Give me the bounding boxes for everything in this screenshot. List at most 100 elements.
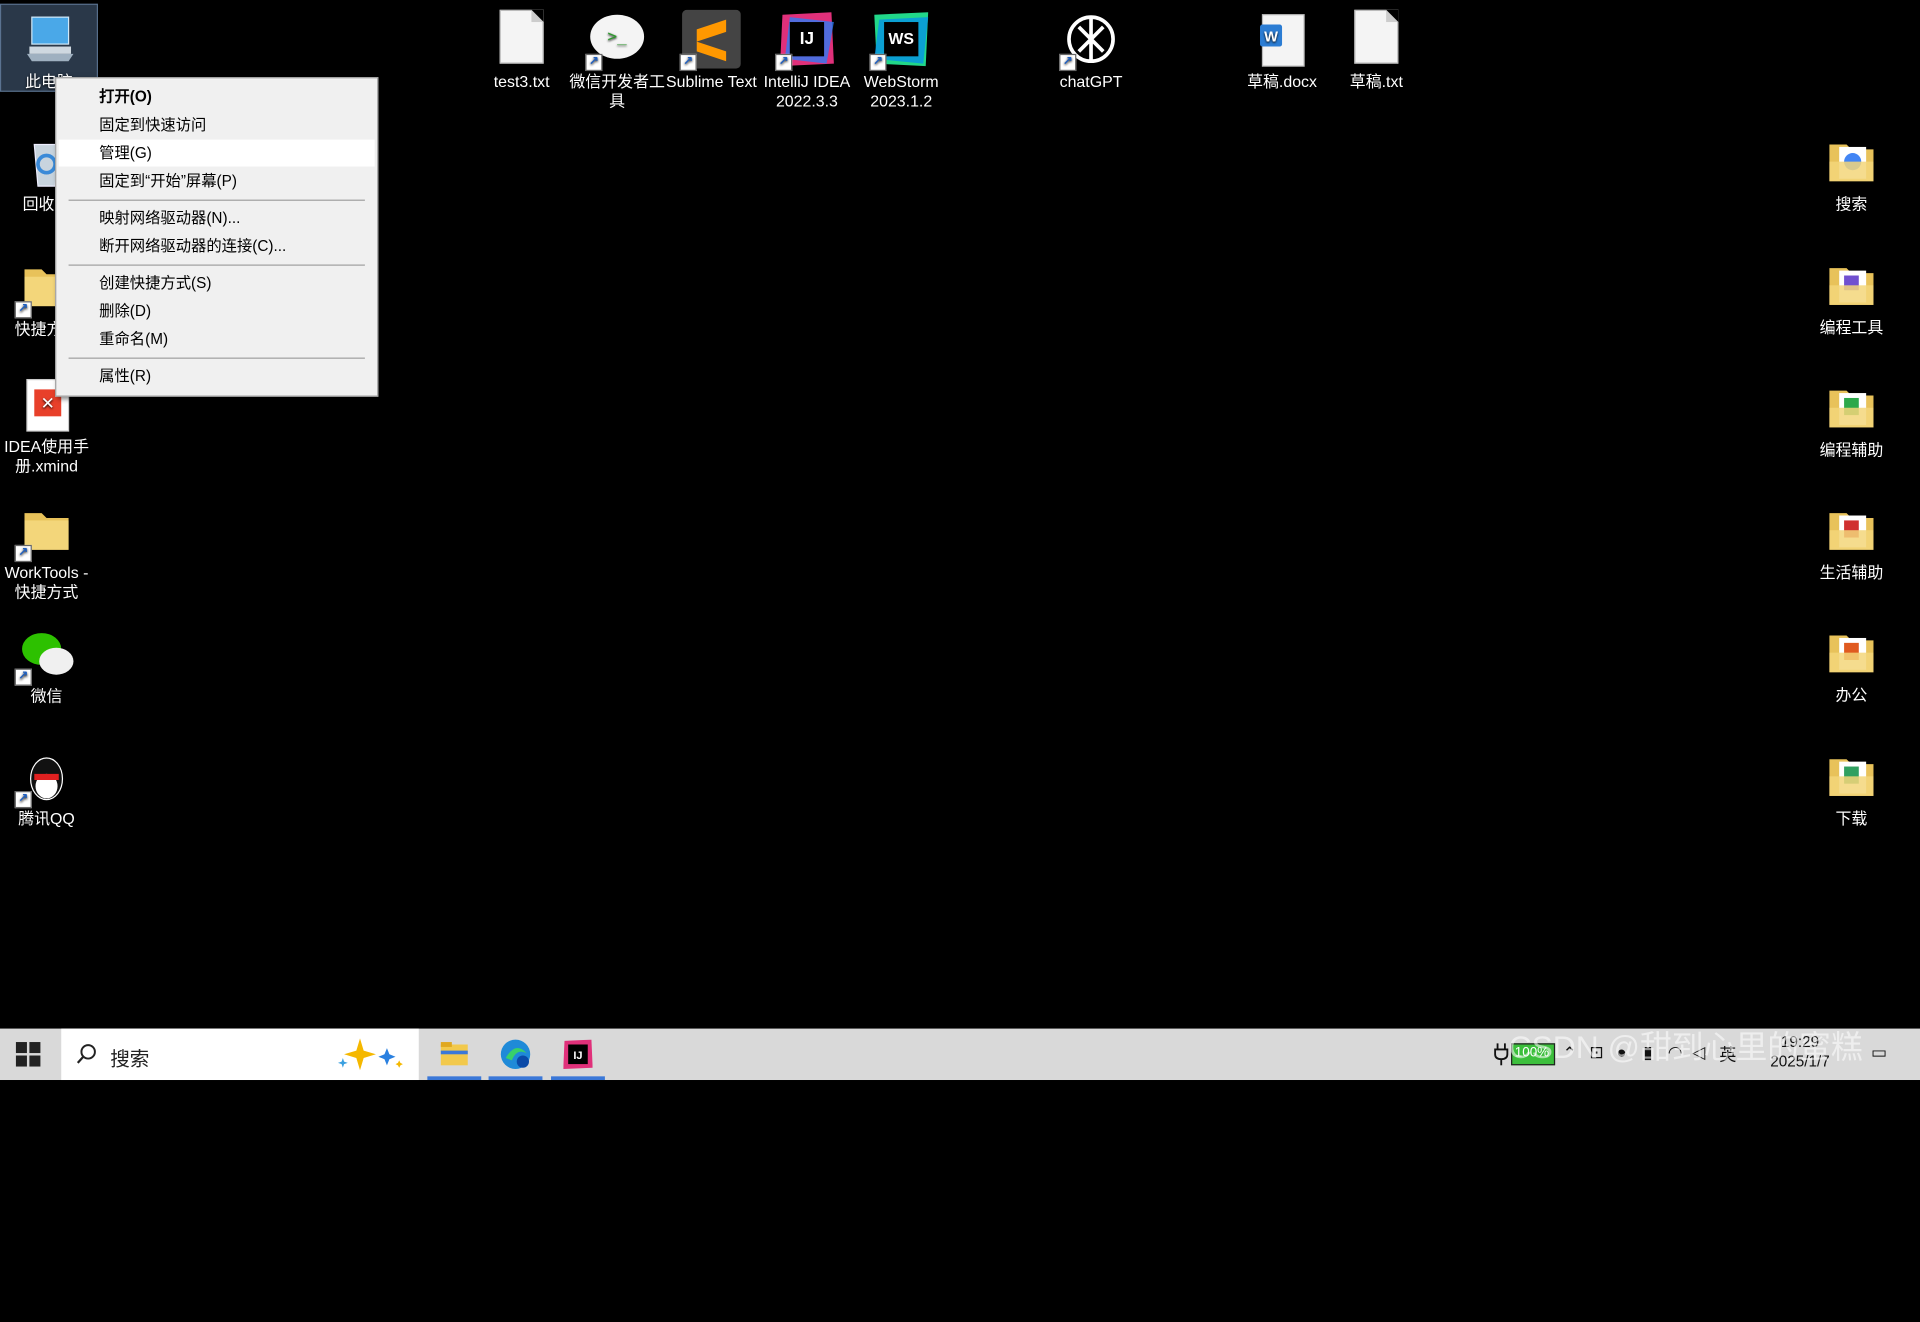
icon-label: WebStorm 2023.1.2 xyxy=(863,72,939,111)
menu-item-create-shortcut[interactable]: 创建快捷方式(S) xyxy=(59,269,375,296)
windows-logo-icon xyxy=(15,1042,41,1067)
desktop-icon-programming-assist[interactable]: 编程辅助 xyxy=(1804,373,1900,460)
active-indicator xyxy=(551,1076,605,1081)
menu-item-properties[interactable]: 属性(R) xyxy=(59,362,375,389)
desktop-icon-programming-tools[interactable]: 编程工具 xyxy=(1804,251,1900,338)
power-plug-icon[interactable] xyxy=(1494,1043,1509,1066)
folder-icon xyxy=(1822,501,1881,560)
shortcut-arrow-icon: ↗ xyxy=(679,53,697,72)
taskbar-edge[interactable] xyxy=(488,1033,543,1081)
context-menu: 打开(O) 固定到快速访问 管理(G) 固定到“开始”屏幕(P) 映射网络驱动器… xyxy=(55,77,379,397)
desktop-icon-life-assist[interactable]: 生活辅助 xyxy=(1804,496,1900,583)
icon-label: test3.txt xyxy=(493,72,550,91)
notification-icon[interactable]: ▭ xyxy=(1871,1042,1887,1063)
desktop-icon-qq[interactable]: ↗ 腾讯QQ xyxy=(0,742,94,829)
icon-label: 编程辅助 xyxy=(1819,440,1884,460)
icon-label: 微信 xyxy=(30,686,63,706)
shortcut-arrow-icon: ↗ xyxy=(1059,53,1077,72)
svg-text:WS: WS xyxy=(888,31,914,48)
folder-icon xyxy=(1822,132,1881,191)
active-indicator xyxy=(488,1076,543,1081)
shortcut-arrow-icon: ↗ xyxy=(869,53,887,72)
desktop-icon-webstorm[interactable]: WS ↗ WebStorm 2023.1.2 xyxy=(853,5,949,112)
folder-icon xyxy=(1822,256,1881,315)
search-icon xyxy=(76,1044,96,1064)
file-explorer-icon xyxy=(440,1042,468,1066)
word-file-icon: W xyxy=(1253,10,1312,69)
menu-item-manage[interactable]: 管理(G) xyxy=(58,139,375,167)
shortcut-arrow-icon: ↗ xyxy=(585,53,603,72)
desktop-icon-worktools[interactable]: ↗ WorkTools - 快捷方式 xyxy=(0,496,94,603)
menu-item-open[interactable]: 打开(O) xyxy=(59,83,375,110)
folder-icon xyxy=(1822,747,1881,806)
folder-icon: ↗ xyxy=(14,501,76,563)
start-button[interactable] xyxy=(15,1041,42,1068)
svg-text:✕: ✕ xyxy=(41,393,55,413)
icon-label: 编程工具 xyxy=(1819,318,1884,337)
icon-label: IntelliJ IDEA 2022.3.3 xyxy=(763,72,851,111)
menu-item-map-network-drive[interactable]: 映射网络驱动器(N)... xyxy=(59,204,375,231)
menu-item-rename[interactable]: 重命名(M) xyxy=(59,326,375,353)
search-placeholder: 搜索 xyxy=(110,1049,150,1071)
desktop-icon-wechat[interactable]: ↗ 微信 xyxy=(0,620,94,707)
desktop-icon-office[interactable]: 办公 xyxy=(1804,618,1900,705)
menu-item-delete[interactable]: 删除(D) xyxy=(59,298,375,325)
desktop-icon-intellij-idea[interactable]: IJ ↗ IntelliJ IDEA 2022.3.3 xyxy=(759,5,855,112)
taskbar-search-box[interactable]: 搜索 xyxy=(61,1028,419,1081)
icon-label: 微信开发者工具 xyxy=(569,72,665,111)
shortcut-arrow-icon: ↗ xyxy=(14,544,32,563)
chatgpt-icon: ↗ xyxy=(1059,10,1121,72)
watermark-text: CSDN @甜到心里的蜜糕 xyxy=(1508,1028,1863,1066)
shortcut-arrow-icon: ↗ xyxy=(775,53,793,72)
desktop-icon-draft-docx[interactable]: W 草稿.docx xyxy=(1234,5,1330,92)
icon-label: IDEA使用手册.xmind xyxy=(4,437,89,476)
icon-label: Sublime Text xyxy=(666,72,757,91)
desktop-icon-downloads[interactable]: 下载 xyxy=(1804,742,1900,829)
intellij-idea-icon: IJ xyxy=(563,1039,593,1069)
search-highlight-sparkle-icon xyxy=(337,1038,403,1071)
wechat-devtools-icon: >_ ↗ xyxy=(585,10,647,72)
icon-label: 办公 xyxy=(1835,685,1868,705)
menu-item-disconnect-network-drive[interactable]: 断开网络驱动器的连接(C)... xyxy=(59,233,375,260)
folder-icon xyxy=(1822,378,1881,437)
icon-label: WorkTools - 快捷方式 xyxy=(4,563,89,602)
txt-file-icon xyxy=(492,9,551,69)
icon-label: 草稿.txt xyxy=(1349,72,1403,91)
icon-label: 生活辅助 xyxy=(1819,563,1884,582)
menu-item-pin-start[interactable]: 固定到“开始”屏幕(P) xyxy=(59,168,375,195)
shortcut-arrow-icon: ↗ xyxy=(14,668,32,686)
shortcut-arrow-icon: ↗ xyxy=(14,301,32,319)
desktop-icon-draft-txt[interactable]: 草稿.txt xyxy=(1329,5,1425,92)
desktop-icon-sublime-text[interactable]: ↗ Sublime Text xyxy=(664,5,760,92)
taskbar-intellij-idea[interactable]: IJ xyxy=(551,1033,605,1081)
menu-item-pin-quick-access[interactable]: 固定到快速访问 xyxy=(59,111,375,138)
folder-icon xyxy=(1822,623,1881,682)
desktop-icon-wechat-devtools[interactable]: >_ ↗ 微信开发者工具 xyxy=(569,5,665,112)
svg-text:>_: >_ xyxy=(608,27,628,46)
active-indicator xyxy=(427,1076,482,1081)
computer-icon xyxy=(20,10,79,69)
icon-label: 草稿.docx xyxy=(1247,72,1317,91)
sublime-text-icon: ↗ xyxy=(679,9,741,72)
taskbar-file-explorer[interactable] xyxy=(427,1033,482,1081)
svg-text:W: W xyxy=(1264,30,1278,46)
icon-label: chatGPT xyxy=(1059,72,1123,91)
menu-separator xyxy=(68,199,365,201)
desktop-icon-chatgpt[interactable]: ↗ chatGPT xyxy=(1043,5,1139,92)
webstorm-icon: WS ↗ xyxy=(869,10,931,72)
svg-text:IJ: IJ xyxy=(573,1050,582,1062)
txt-file-icon xyxy=(1347,9,1406,69)
qq-icon: ↗ xyxy=(14,747,76,809)
svg-text:IJ: IJ xyxy=(800,28,814,48)
shortcut-arrow-icon: ↗ xyxy=(14,791,32,809)
wechat-icon: ↗ xyxy=(14,624,76,686)
icon-label: 腾讯QQ xyxy=(18,809,75,828)
menu-separator xyxy=(68,357,365,359)
edge-browser-icon xyxy=(500,1039,531,1069)
icon-label: 下载 xyxy=(1835,809,1868,828)
desktop-icon-test3-txt[interactable]: test3.txt xyxy=(474,5,570,92)
intellij-idea-icon: IJ ↗ xyxy=(775,10,837,72)
icon-label: 搜索 xyxy=(1835,194,1868,214)
desktop-icon-search-folder[interactable]: 搜索 xyxy=(1804,127,1900,214)
menu-separator xyxy=(68,264,365,266)
